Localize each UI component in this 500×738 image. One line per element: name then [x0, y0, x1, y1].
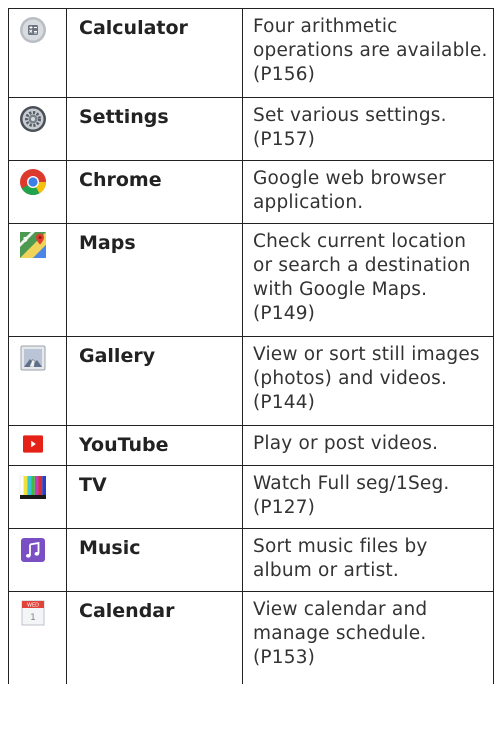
app-description: Four arithmetic operations are available…	[253, 16, 488, 85]
icon-cell	[9, 426, 67, 465]
app-description: Play or post videos.	[253, 433, 439, 454]
table-row: Calculator Four arithmetic operations ar…	[9, 9, 493, 98]
app-description: View calendar and manage schedule. (P153…	[253, 599, 428, 668]
icon-cell	[9, 466, 67, 528]
table-row: Chrome Google web browser application.	[9, 161, 493, 224]
icon-cell	[9, 337, 67, 425]
gallery-icon	[20, 345, 46, 371]
app-description: View or sort still images (photos) and v…	[253, 344, 480, 413]
app-name: Music	[67, 529, 243, 591]
icon-cell	[9, 161, 67, 223]
icon-cell	[9, 9, 67, 97]
calendar-icon-badge: WED	[27, 603, 39, 609]
tv-color-bars-icon	[19, 475, 46, 499]
app-description: Sort music files by album or artist.	[253, 536, 428, 581]
calendar-icon: WED 1	[21, 600, 45, 626]
table-row: TV Watch Full seg/1Seg. (P127)	[9, 466, 493, 529]
music-note-icon	[21, 538, 45, 562]
chrome-icon	[20, 169, 47, 196]
app-name: Calculator	[67, 9, 243, 97]
table-row: Gallery View or sort still images (photo…	[9, 337, 493, 426]
icon-cell: WED 1	[9, 592, 67, 684]
youtube-icon	[23, 435, 43, 453]
app-name: Maps	[67, 224, 243, 336]
gear-icon	[20, 106, 46, 132]
icon-cell	[9, 529, 67, 591]
app-description: Set various settings. (P157)	[253, 105, 447, 150]
app-name: Gallery	[67, 337, 243, 425]
table-row: YouTube Play or post videos.	[9, 426, 493, 466]
icon-cell	[9, 98, 67, 160]
table-row: Music Sort music files by album or artis…	[9, 529, 493, 592]
table-row: WED 1 Calendar View calendar and manage …	[9, 592, 493, 684]
app-name: YouTube	[67, 426, 243, 465]
app-name: Settings	[67, 98, 243, 160]
calendar-icon-day: 1	[30, 613, 36, 623]
table-row: Settings Set various settings. (P157)	[9, 98, 493, 161]
app-name: TV	[67, 466, 243, 528]
icon-cell	[9, 224, 67, 336]
app-description: Check current location or search a desti…	[253, 231, 471, 324]
app-name: Chrome	[67, 161, 243, 223]
table-row: Maps Check current location or search a …	[9, 224, 493, 337]
app-description: Google web browser application.	[253, 168, 446, 213]
calculator-icon	[20, 17, 46, 43]
apps-table: Calculator Four arithmetic operations ar…	[8, 8, 494, 684]
app-description: Watch Full seg/1Seg. (P127)	[253, 473, 450, 518]
app-name: Calendar	[67, 592, 243, 684]
maps-icon	[20, 232, 46, 258]
